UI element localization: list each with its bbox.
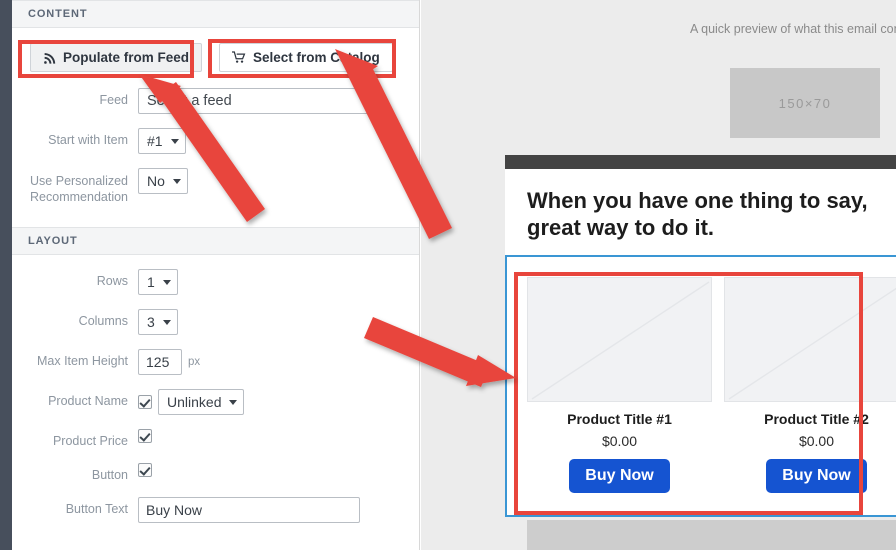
source-tab-row: Populate from Feed Select from Catalog — [12, 28, 419, 74]
field-row-columns: Columns 3 — [12, 309, 419, 335]
field-row-product-price: Product Price — [12, 429, 419, 449]
product-image-placeholder — [724, 277, 896, 402]
section-header-content: CONTENT — [12, 0, 419, 28]
label-personalized-line2: Recommendation — [30, 190, 128, 204]
diagonal-line-icon — [531, 281, 710, 400]
chevron-down-icon — [162, 279, 171, 285]
layout-section-body: Rows 1 Columns 3 Max Item Height 125 px … — [12, 269, 419, 523]
feed-select-value: Select a feed — [147, 93, 232, 109]
preview-note: A quick preview of what this email conta… — [690, 22, 896, 36]
columns-value: 3 — [147, 314, 155, 330]
field-row-product-name: Product Name Unlinked — [12, 389, 419, 415]
field-row-start-with-item: Start with Item #1 — [12, 128, 419, 154]
section-title-content: CONTENT — [28, 8, 88, 20]
buy-now-button[interactable]: Buy Now — [766, 459, 867, 493]
button-checkbox[interactable] — [138, 463, 152, 477]
tab-select-from-catalog[interactable]: Select from Catalog — [219, 42, 393, 72]
rows-select[interactable]: 1 — [138, 269, 178, 295]
label-button-text: Button Text — [65, 502, 128, 516]
button-text-input[interactable]: Buy Now — [138, 497, 360, 523]
field-row-rows: Rows 1 — [12, 269, 419, 295]
product-title: Product Title #2 — [764, 411, 869, 427]
buy-now-button[interactable]: Buy Now — [569, 459, 670, 493]
personalized-recommendation-select[interactable]: No — [138, 168, 188, 194]
product-card[interactable]: Product Title #1 $0.00 Buy Now — [527, 277, 712, 493]
product-name-checkbox[interactable] — [138, 395, 152, 409]
chevron-down-icon — [172, 178, 181, 184]
app-root: CONTENT Populate from Feed Select from C… — [0, 0, 896, 550]
label-product-name: Product Name — [48, 394, 128, 408]
label-personalized-line1: Use Personalized — [30, 174, 128, 188]
section-header-layout: LAYOUT — [12, 227, 419, 255]
feed-select[interactable]: Select a feed — [138, 88, 378, 114]
product-title: Product Title #1 — [567, 411, 672, 427]
email-footer-band — [527, 520, 896, 550]
chevron-down-icon — [363, 98, 371, 104]
max-item-height-unit: px — [188, 356, 201, 368]
shopping-cart-icon — [232, 50, 246, 63]
start-with-item-value: #1 — [147, 133, 163, 149]
label-columns: Columns — [78, 314, 128, 328]
email-preview-pane: A quick preview of what this email conta… — [421, 0, 896, 550]
chevron-down-icon — [229, 399, 238, 405]
field-row-button-text: Button Text Buy Now — [12, 497, 419, 523]
email-body: When you have one thing to say, great wa… — [505, 155, 896, 517]
tab-populate-from-feed[interactable]: Populate from Feed — [30, 42, 203, 72]
product-price: $0.00 — [798, 433, 835, 449]
field-row-button: Button — [12, 463, 419, 483]
max-item-height-input[interactable]: 125 — [138, 349, 182, 375]
product-image-placeholder — [527, 277, 712, 402]
columns-select[interactable]: 3 — [138, 309, 178, 335]
email-top-bar — [505, 155, 896, 169]
rows-value: 1 — [147, 274, 155, 290]
tab-select-from-catalog-label: Select from Catalog — [253, 49, 380, 65]
settings-panel: CONTENT Populate from Feed Select from C… — [12, 0, 420, 550]
field-row-feed: Feed Select a feed — [12, 88, 419, 114]
chevron-down-icon — [162, 319, 171, 325]
product-price: $0.00 — [601, 433, 638, 449]
label-personalized-recommendation: Use Personalized Recommendation — [12, 168, 138, 205]
start-with-item-select[interactable]: #1 — [138, 128, 186, 154]
personalized-recommendation-value: No — [147, 173, 165, 189]
product-block-selection[interactable]: Product Title #1 $0.00 Buy Now Product T… — [505, 255, 896, 517]
product-name-link-select[interactable]: Unlinked — [158, 389, 245, 415]
section-title-layout: LAYOUT — [28, 235, 78, 247]
left-rail — [0, 0, 12, 550]
field-row-max-item-height: Max Item Height 125 px — [12, 349, 419, 375]
chevron-down-icon — [170, 138, 179, 144]
tab-populate-from-feed-label: Populate from Feed — [63, 49, 190, 65]
content-section-body: Populate from Feed Select from Catalog F… — [12, 28, 419, 227]
product-name-link-value: Unlinked — [167, 394, 222, 410]
label-rows: Rows — [96, 274, 128, 288]
label-product-price: Product Price — [52, 434, 128, 448]
label-feed: Feed — [99, 93, 129, 107]
diagonal-line-icon — [728, 287, 896, 400]
rss-feed-icon — [44, 52, 56, 64]
product-grid: Product Title #1 $0.00 Buy Now Product T… — [515, 265, 896, 507]
label-max-item-height: Max Item Height — [36, 354, 128, 368]
logo-placeholder: 150×70 — [730, 68, 880, 138]
product-card[interactable]: Product Title #2 $0.00 Buy Now — [724, 277, 896, 493]
email-headline: When you have one thing to say, great wa… — [527, 188, 868, 240]
label-start-with-item: Start with Item — [48, 133, 128, 147]
label-button: Button — [91, 468, 128, 482]
product-price-checkbox[interactable] — [138, 429, 152, 443]
field-row-personalized-recommendation: Use Personalized Recommendation No — [12, 168, 419, 205]
tab-separator — [210, 49, 212, 65]
